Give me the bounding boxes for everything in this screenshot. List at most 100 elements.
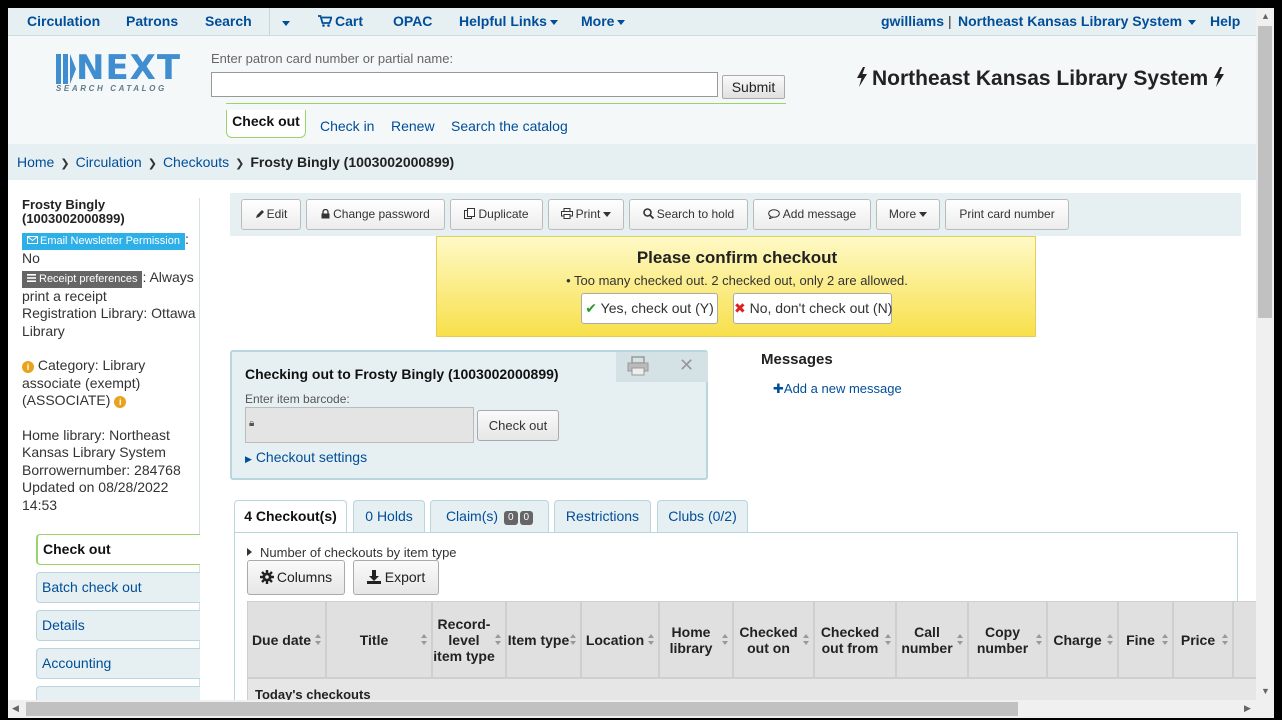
tab-checkouts[interactable]: 4 Checkout(s) xyxy=(234,500,347,534)
add-new-message-link[interactable]: ✚Add a new message xyxy=(773,381,902,397)
column-header-due-date[interactable]: Due date xyxy=(247,601,326,678)
scroll-up-icon[interactable]: ▲ xyxy=(1261,11,1270,21)
no-dont-check-out-button[interactable]: ✖ No, don't check out (N) xyxy=(733,293,892,324)
next-logo[interactable]: NEXT SEARCH CATALOG xyxy=(54,48,190,96)
sidebar-item-batch-check-out[interactable]: Batch check out xyxy=(36,572,200,603)
gear-icon xyxy=(259,570,274,584)
nav-circulation[interactable]: Circulation xyxy=(27,13,100,29)
column-header-home-library[interactable]: Home library xyxy=(659,601,733,678)
duplicate-button[interactable]: Duplicate xyxy=(450,199,543,230)
column-header-checked-out-on[interactable]: Checked out on xyxy=(733,601,814,678)
column-header-title[interactable]: Title xyxy=(326,601,432,678)
nav-user[interactable]: gwilliams xyxy=(881,13,944,29)
change-password-button[interactable]: Change password xyxy=(306,199,445,230)
add-message-button[interactable]: Add message xyxy=(753,199,871,230)
yes-check-out-button[interactable]: ✔ Yes, check out (Y) xyxy=(581,293,718,324)
column-header-label: Due date xyxy=(251,631,312,648)
envelope-icon xyxy=(27,236,38,244)
tab-clubs[interactable]: Clubs (0/2) xyxy=(657,500,748,533)
column-header-copy-number[interactable]: Copy number xyxy=(968,601,1047,678)
info-icon: i xyxy=(22,361,34,373)
browser-viewport: Circulation Patrons Search Cart OPAC Hel… xyxy=(8,8,1274,718)
sidebar-item-details[interactable]: Details xyxy=(36,610,200,641)
nav-cart-label: Cart xyxy=(335,13,364,29)
close-icon[interactable]: ✕ xyxy=(679,355,694,376)
scroll-right-icon[interactable]: ▶ xyxy=(1244,703,1251,714)
tab-restrictions[interactable]: Restrictions xyxy=(554,500,651,533)
alert-message-text: Too many checked out. 2 checked out, onl… xyxy=(574,273,908,288)
yes-check-out-label: Yes, check out (Y) xyxy=(600,300,714,316)
sort-icon xyxy=(1107,634,1114,646)
column-header-checked-out-from[interactable]: Checked out from xyxy=(814,601,896,678)
check-out-button[interactable]: Check out xyxy=(477,410,559,441)
search-to-hold-button[interactable]: Search to hold xyxy=(629,199,748,230)
nav-opac[interactable]: OPAC xyxy=(393,13,432,29)
tab-claims-label: Claim(s) xyxy=(445,508,499,524)
checkout-panel: ✕ Checking out to Frosty Bingly (1003002… xyxy=(230,350,708,480)
checkouts-by-type-toggle[interactable]: Number of checkouts by item type xyxy=(247,545,457,560)
breadcrumb-current: Frosty Bingly (1003002000899) xyxy=(250,154,455,170)
subtab-search-catalog[interactable]: Search the catalog xyxy=(451,118,568,134)
nav-help[interactable]: Help xyxy=(1210,13,1240,29)
column-header-price[interactable]: Price xyxy=(1173,601,1233,678)
column-header-fine[interactable]: Fine xyxy=(1118,601,1173,678)
breadcrumb-home[interactable]: Home xyxy=(17,154,54,170)
nav-helpful-links[interactable]: Helpful Links xyxy=(459,13,558,29)
column-header-charge[interactable]: Charge xyxy=(1047,601,1118,678)
claims-badge: 0 xyxy=(503,511,518,525)
export-label: Export xyxy=(384,569,426,585)
column-header-record-level-item-type[interactable]: Record-level item type xyxy=(432,601,506,678)
printer-icon[interactable] xyxy=(627,356,649,376)
tab-claims[interactable]: Claim(s) 00 xyxy=(430,500,549,533)
home-library: Home library: Northeast Kansas Library S… xyxy=(22,426,170,461)
nav-more[interactable]: More xyxy=(581,13,626,29)
sidebar-item-accounting[interactable]: Accounting xyxy=(36,648,200,679)
patron-search-input[interactable] xyxy=(211,72,718,97)
breadcrumb-checkouts[interactable]: Checkouts xyxy=(163,154,229,170)
column-header-call-number[interactable]: Call number xyxy=(896,601,968,678)
column-header-more[interactable] xyxy=(1233,601,1257,678)
columns-button[interactable]: Columns xyxy=(247,560,345,595)
nav-patrons[interactable]: Patrons xyxy=(126,13,178,29)
nav-helpful-links-label: Helpful Links xyxy=(459,13,547,29)
nav-cart[interactable]: Cart xyxy=(318,13,363,29)
subtab-check-in[interactable]: Check in xyxy=(320,118,374,134)
print-card-number-button[interactable]: Print card number xyxy=(945,199,1069,230)
horizontal-scrollbar-thumb[interactable] xyxy=(26,702,1018,716)
tab-holds[interactable]: 0 Holds xyxy=(353,500,425,533)
messages-heading: Messages xyxy=(761,351,833,368)
logo-mark-icon xyxy=(56,54,76,84)
sidebar-item-check-out[interactable]: Check out xyxy=(36,534,200,565)
column-header-label: Copy number xyxy=(976,623,1029,656)
column-header-location[interactable]: Location xyxy=(581,601,659,678)
scroll-down-icon[interactable]: ▼ xyxy=(1261,686,1270,696)
chevron-down-icon xyxy=(617,19,626,25)
submit-button[interactable]: Submit xyxy=(722,75,785,99)
sort-icon xyxy=(570,634,577,646)
claims-badge: 0 xyxy=(519,511,534,525)
lock-icon: 🔒︎ xyxy=(249,418,255,429)
download-icon xyxy=(366,570,381,584)
no-dont-check-out-label: No, don't check out (N) xyxy=(749,300,893,316)
subtab-renew[interactable]: Renew xyxy=(391,118,435,134)
more-button[interactable]: More xyxy=(876,199,940,230)
vertical-scrollbar-thumb[interactable] xyxy=(1258,26,1272,318)
edit-button[interactable]: Edit xyxy=(241,199,301,230)
info-icon: i xyxy=(114,396,127,408)
receipt-preferences-label: Receipt preferences xyxy=(22,270,143,288)
search-dropdown-toggle[interactable] xyxy=(279,14,290,30)
nav-library-select[interactable]: Northeast Kansas Library System xyxy=(958,13,1197,29)
checkout-settings-toggle[interactable]: ▶ Checkout settings xyxy=(245,449,367,465)
barcode-input[interactable]: 🔒︎ xyxy=(245,407,474,443)
subtab-check-out[interactable]: Check out xyxy=(226,110,306,138)
nav-search[interactable]: Search xyxy=(205,13,252,29)
nav-separator xyxy=(269,8,270,36)
column-header-label: Price xyxy=(1180,631,1216,648)
scroll-left-icon[interactable]: ◀ xyxy=(12,703,19,714)
breadcrumb-circulation[interactable]: Circulation xyxy=(76,154,142,170)
print-button[interactable]: Print xyxy=(548,199,624,230)
checkouts-by-type-label: Number of checkouts by item type xyxy=(260,545,457,560)
export-button[interactable]: Export xyxy=(353,560,439,595)
breadcrumb: Home ❯ Circulation ❯ Checkouts ❯ Frosty Bingly… xyxy=(8,144,1256,180)
column-header-item-type[interactable]: Item type xyxy=(506,601,581,678)
